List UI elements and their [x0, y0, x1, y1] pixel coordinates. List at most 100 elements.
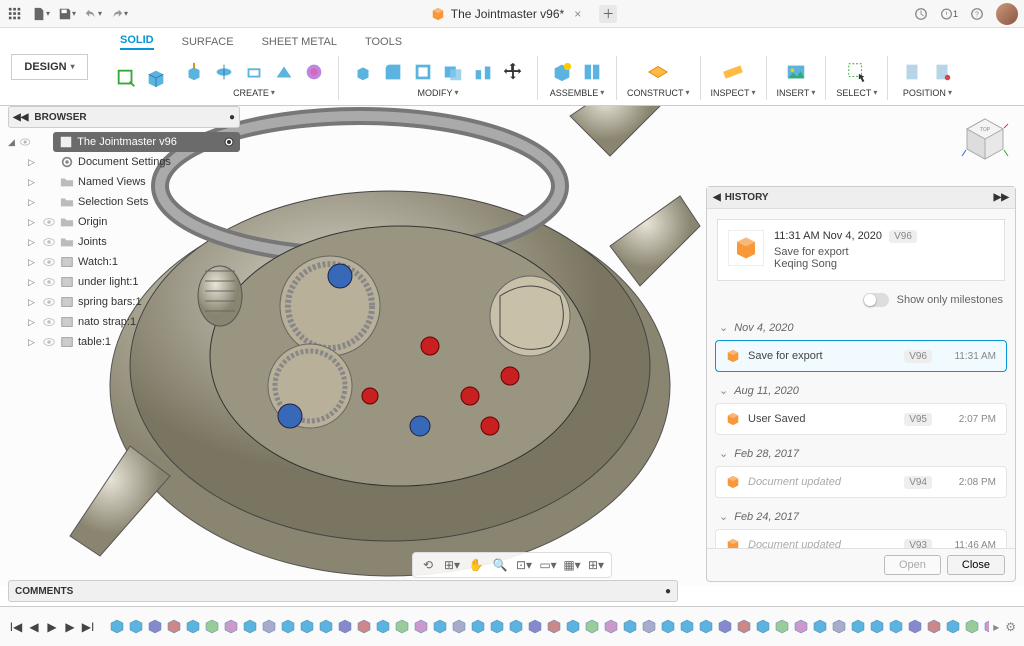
timeline-feature[interactable]: [222, 618, 240, 636]
apps-grid-icon[interactable]: [6, 5, 24, 23]
timeline-feature[interactable]: [773, 618, 791, 636]
tree-toggle[interactable]: ▷: [28, 337, 38, 348]
look-icon[interactable]: ⊞▾: [443, 556, 461, 574]
viewport-icon[interactable]: ⊞▾: [587, 556, 605, 574]
comments-panel-header[interactable]: COMMENTS ●: [8, 580, 678, 602]
history-date-header[interactable]: ⌄ Nov 4, 2020: [715, 315, 1007, 340]
timeline-feature[interactable]: [526, 618, 544, 636]
sweep-icon[interactable]: [240, 58, 268, 86]
modify-group-label[interactable]: MODIFY▾: [417, 88, 458, 98]
browser-header[interactable]: ◀◀ BROWSER ●: [8, 106, 240, 128]
timeline-end-icon[interactable]: ▶I: [80, 619, 96, 635]
timeline-feature[interactable]: [887, 618, 905, 636]
tab-sheetmetal[interactable]: SHEET METAL: [262, 36, 337, 50]
undo-icon[interactable]: ▾: [84, 5, 102, 23]
insert-icon[interactable]: [782, 58, 810, 86]
create-group-label[interactable]: CREATE▾: [233, 88, 275, 98]
timeline-feature[interactable]: [754, 618, 772, 636]
timeline-feature[interactable]: [849, 618, 867, 636]
tree-item[interactable]: ▷Document Settings: [8, 152, 240, 172]
tree-item[interactable]: ▷Named Views: [8, 172, 240, 192]
select-icon[interactable]: [843, 58, 871, 86]
tree-item[interactable]: ▷Selection Sets: [8, 192, 240, 212]
new-tab-button[interactable]: ＋: [599, 5, 617, 23]
timeline-feature[interactable]: [716, 618, 734, 636]
revolve-icon[interactable]: [210, 58, 238, 86]
timeline-feature[interactable]: [678, 618, 696, 636]
timeline-feature[interactable]: [279, 618, 297, 636]
timeline-feature[interactable]: [944, 618, 962, 636]
timeline-feature[interactable]: [127, 618, 145, 636]
timeline-feature[interactable]: [317, 618, 335, 636]
timeline-feature[interactable]: [602, 618, 620, 636]
position2-icon[interactable]: [928, 58, 956, 86]
close-tab-icon[interactable]: ×: [570, 7, 585, 21]
fillet-icon[interactable]: [379, 58, 407, 86]
loft-icon[interactable]: [270, 58, 298, 86]
timeline-feature[interactable]: [108, 618, 126, 636]
measure-icon[interactable]: [719, 58, 747, 86]
tree-toggle[interactable]: ▷: [28, 157, 38, 168]
position-group-label[interactable]: POSITION▾: [903, 88, 952, 98]
tree-item[interactable]: ▷Watch:1: [8, 252, 240, 272]
display-icon[interactable]: ▭▾: [539, 556, 557, 574]
history-date-header[interactable]: ⌄ Feb 24, 2017: [715, 504, 1007, 529]
combine-icon[interactable]: [439, 58, 467, 86]
timeline-feature[interactable]: [621, 618, 639, 636]
timeline-feature[interactable]: [165, 618, 183, 636]
timeline-feature[interactable]: [450, 618, 468, 636]
joint-icon[interactable]: [578, 58, 606, 86]
timeline-feature[interactable]: [260, 618, 278, 636]
tree-item[interactable]: ▷Joints: [8, 232, 240, 252]
move-icon[interactable]: [499, 58, 527, 86]
visibility-icon[interactable]: [42, 215, 56, 229]
assemble-group-label[interactable]: ASSEMBLE▾: [550, 88, 605, 98]
timeline-feature[interactable]: [298, 618, 316, 636]
timeline-feature[interactable]: [336, 618, 354, 636]
zoom-icon[interactable]: 🔍: [491, 556, 509, 574]
shell-icon[interactable]: [409, 58, 437, 86]
tree-toggle[interactable]: ▷: [28, 277, 38, 288]
grid-icon[interactable]: ▦▾: [563, 556, 581, 574]
box-icon[interactable]: [142, 64, 170, 92]
tree-root[interactable]: The Jointmaster v96: [53, 132, 240, 152]
visibility-icon[interactable]: [42, 275, 56, 289]
timeline-feature[interactable]: [184, 618, 202, 636]
timeline-marker-icon[interactable]: ▸: [993, 620, 999, 634]
tab-tools[interactable]: TOOLS: [365, 36, 402, 50]
visibility-icon[interactable]: [19, 135, 31, 149]
timeline-feature[interactable]: [355, 618, 373, 636]
history-entry[interactable]: Document updatedV9311:46 AM: [715, 529, 1007, 548]
timeline-feature[interactable]: [146, 618, 164, 636]
collapse-icon[interactable]: ◀◀: [13, 112, 28, 123]
history-entry[interactable]: Document updatedV942:08 PM: [715, 466, 1007, 498]
timeline-feature[interactable]: [203, 618, 221, 636]
tree-item[interactable]: ▷Origin: [8, 212, 240, 232]
tree-item[interactable]: ▷table:1: [8, 332, 240, 352]
align-icon[interactable]: [469, 58, 497, 86]
tree-toggle[interactable]: ▷: [28, 217, 38, 228]
position1-icon[interactable]: [898, 58, 926, 86]
timeline-feature[interactable]: [545, 618, 563, 636]
tree-item[interactable]: ▷nato strap:1: [8, 312, 240, 332]
timeline-next-icon[interactable]: ▶: [62, 619, 78, 635]
milestone-toggle[interactable]: [863, 293, 889, 307]
select-group-label[interactable]: SELECT▾: [836, 88, 877, 98]
plane-icon[interactable]: [644, 58, 672, 86]
tree-item[interactable]: ▷under light:1: [8, 272, 240, 292]
sketch-icon[interactable]: [112, 64, 140, 92]
visibility-icon[interactable]: [42, 295, 56, 309]
timeline-feature[interactable]: [906, 618, 924, 636]
timeline-feature[interactable]: [431, 618, 449, 636]
extensions-icon[interactable]: [912, 5, 930, 23]
history-date-header[interactable]: ⌄ Aug 11, 2020: [715, 378, 1007, 403]
timeline-feature[interactable]: [488, 618, 506, 636]
timeline-feature[interactable]: [811, 618, 829, 636]
timeline-feature[interactable]: [982, 618, 989, 636]
fit-icon[interactable]: ⊡▾: [515, 556, 533, 574]
inspect-group-label[interactable]: INSPECT▾: [711, 88, 756, 98]
pan-icon[interactable]: ✋: [467, 556, 485, 574]
tree-toggle[interactable]: ◢: [8, 137, 17, 148]
visibility-icon[interactable]: [42, 235, 56, 249]
close-button[interactable]: Close: [947, 555, 1005, 575]
